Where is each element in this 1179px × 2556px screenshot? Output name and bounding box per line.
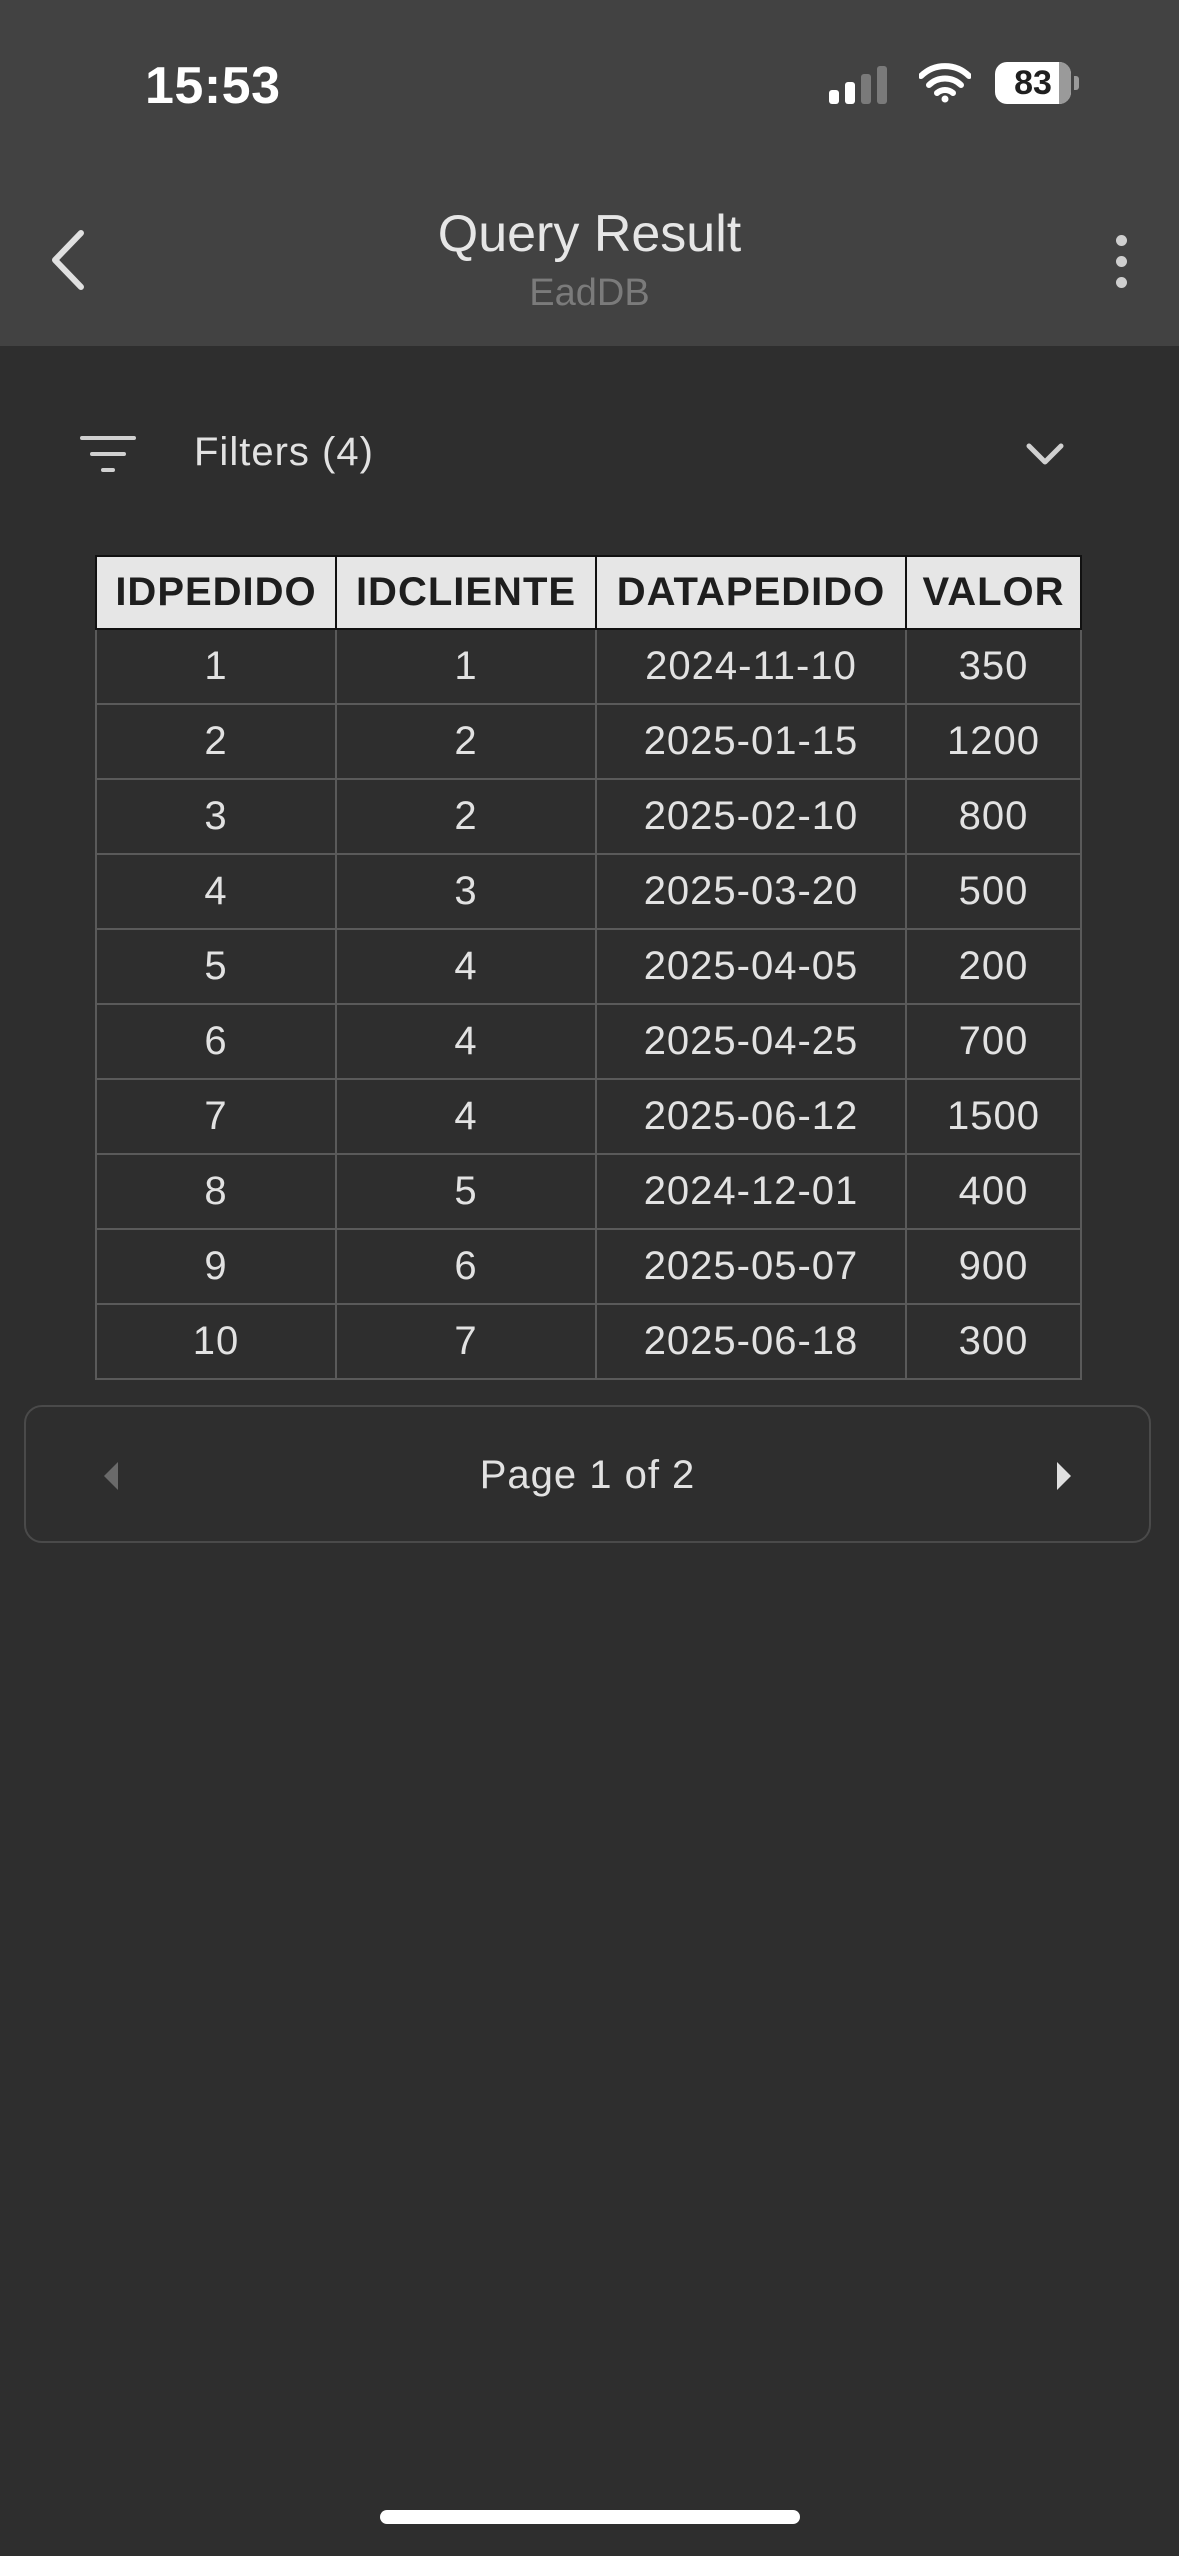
chevron-down-icon (1026, 443, 1064, 465)
table-body: 1 1 2024-11-10 350 2 2 2025-01-15 1200 3 2 2025-02… (95, 628, 1082, 1380)
column-header-idcliente[interactable]: IDCLIENTE (335, 555, 597, 630)
table-cell-idcliente: 5 (335, 1153, 597, 1230)
status-icons: 83 (829, 62, 1079, 104)
table-cell-datapedido: 2024-11-10 (595, 628, 907, 705)
table-cell-valor: 400 (905, 1153, 1082, 1230)
table-header-row: IDPEDIDO IDCLIENTE DATAPEDIDO VALOR (95, 555, 1082, 630)
table-row[interactable]: 6 4 2025-04-25 700 (95, 1003, 1082, 1080)
table-cell-idcliente: 3 (335, 853, 597, 930)
page-indicator: Page 1 of 2 (479, 1453, 696, 1497)
triangle-right-icon (1057, 1462, 1071, 1490)
table-cell-valor: 500 (905, 853, 1082, 930)
table-row[interactable]: 4 3 2025-03-20 500 (95, 853, 1082, 930)
table-cell-valor: 350 (905, 628, 1082, 705)
table-cell-datapedido: 2025-04-05 (595, 928, 907, 1005)
signal-bar (829, 90, 839, 104)
table-cell-idpedido: 10 (95, 1303, 337, 1380)
signal-bar (877, 66, 887, 104)
more-dot (1115, 276, 1127, 288)
more-vertical-icon (1115, 234, 1127, 246)
table-cell-idpedido: 8 (95, 1153, 337, 1230)
pagination: Page 1 of 2 (24, 1405, 1151, 1543)
table-cell-idcliente: 4 (335, 1003, 597, 1080)
table-cell-valor: 1500 (905, 1078, 1082, 1155)
table-cell-datapedido: 2025-06-12 (595, 1078, 907, 1155)
table-cell-idpedido: 6 (95, 1003, 337, 1080)
filters-toggle[interactable]: Filters (4) (0, 400, 1179, 510)
table-cell-datapedido: 2025-02-10 (595, 778, 907, 855)
page-subtitle: EadDB (529, 272, 650, 314)
table-cell-idcliente: 7 (335, 1303, 597, 1380)
table-cell-idcliente: 2 (335, 703, 597, 780)
table-row[interactable]: 3 2 2025-02-10 800 (95, 778, 1082, 855)
table-cell-idcliente: 6 (335, 1228, 597, 1305)
header: 15:53 83 Query Result EadDB (0, 0, 1179, 346)
filters-label: Filters (4) (194, 430, 374, 474)
table-cell-idpedido: 7 (95, 1078, 337, 1155)
battery-icon: 83 (995, 62, 1071, 104)
table-cell-valor: 300 (905, 1303, 1082, 1380)
page-title: Query Result (437, 205, 742, 263)
filter-icon (80, 432, 136, 478)
column-header-idpedido[interactable]: IDPEDIDO (95, 555, 337, 630)
table-cell-idpedido: 5 (95, 928, 337, 1005)
table-cell-idpedido: 1 (95, 628, 337, 705)
table-cell-valor: 1200 (905, 703, 1082, 780)
results-table: IDPEDIDO IDCLIENTE DATAPEDIDO VALOR 1 1 20… (95, 555, 1082, 1380)
table-cell-datapedido: 2024-12-01 (595, 1153, 907, 1230)
table-row[interactable]: 1 1 2024-11-10 350 (95, 628, 1082, 705)
column-header-valor[interactable]: VALOR (905, 555, 1082, 630)
table-cell-datapedido: 2025-01-15 (595, 703, 907, 780)
table-cell-valor: 800 (905, 778, 1082, 855)
table-row[interactable]: 10 7 2025-06-18 300 (95, 1303, 1082, 1380)
more-options-button[interactable] (1091, 226, 1151, 296)
table-cell-idpedido: 2 (95, 703, 337, 780)
table-cell-datapedido: 2025-04-25 (595, 1003, 907, 1080)
battery-nub (1074, 76, 1079, 90)
table-cell-valor: 900 (905, 1228, 1082, 1305)
table-cell-idcliente: 2 (335, 778, 597, 855)
signal-icon (829, 62, 893, 104)
app-screen: 15:53 83 Query Result EadDB Filters (4) … (0, 0, 1179, 2556)
table-cell-valor: 200 (905, 928, 1082, 1005)
table-cell-idcliente: 4 (335, 928, 597, 1005)
table-row[interactable]: 2 2 2025-01-15 1200 (95, 703, 1082, 780)
home-indicator[interactable] (380, 2510, 800, 2524)
table-cell-idcliente: 1 (335, 628, 597, 705)
status-time: 15:53 (145, 57, 281, 115)
table-row[interactable]: 7 4 2025-06-12 1500 (95, 1078, 1082, 1155)
signal-bar (861, 74, 871, 104)
more-dot (1115, 255, 1127, 267)
table-cell-datapedido: 2025-06-18 (595, 1303, 907, 1380)
table-cell-idpedido: 3 (95, 778, 337, 855)
table-row[interactable]: 8 5 2024-12-01 400 (95, 1153, 1082, 1230)
table-cell-datapedido: 2025-03-20 (595, 853, 907, 930)
table-row[interactable]: 5 4 2025-04-05 200 (95, 928, 1082, 1005)
signal-bar (845, 82, 855, 104)
battery-level: 83 (1014, 63, 1052, 102)
table-cell-datapedido: 2025-05-07 (595, 1228, 907, 1305)
table-cell-idpedido: 9 (95, 1228, 337, 1305)
table-cell-idpedido: 4 (95, 853, 337, 930)
table-cell-valor: 700 (905, 1003, 1082, 1080)
table-cell-idcliente: 4 (335, 1078, 597, 1155)
next-page-button[interactable] (1039, 1451, 1089, 1501)
column-header-datapedido[interactable]: DATAPEDIDO (595, 555, 907, 630)
wifi-icon (919, 63, 971, 103)
table-row[interactable]: 9 6 2025-05-07 900 (95, 1228, 1082, 1305)
